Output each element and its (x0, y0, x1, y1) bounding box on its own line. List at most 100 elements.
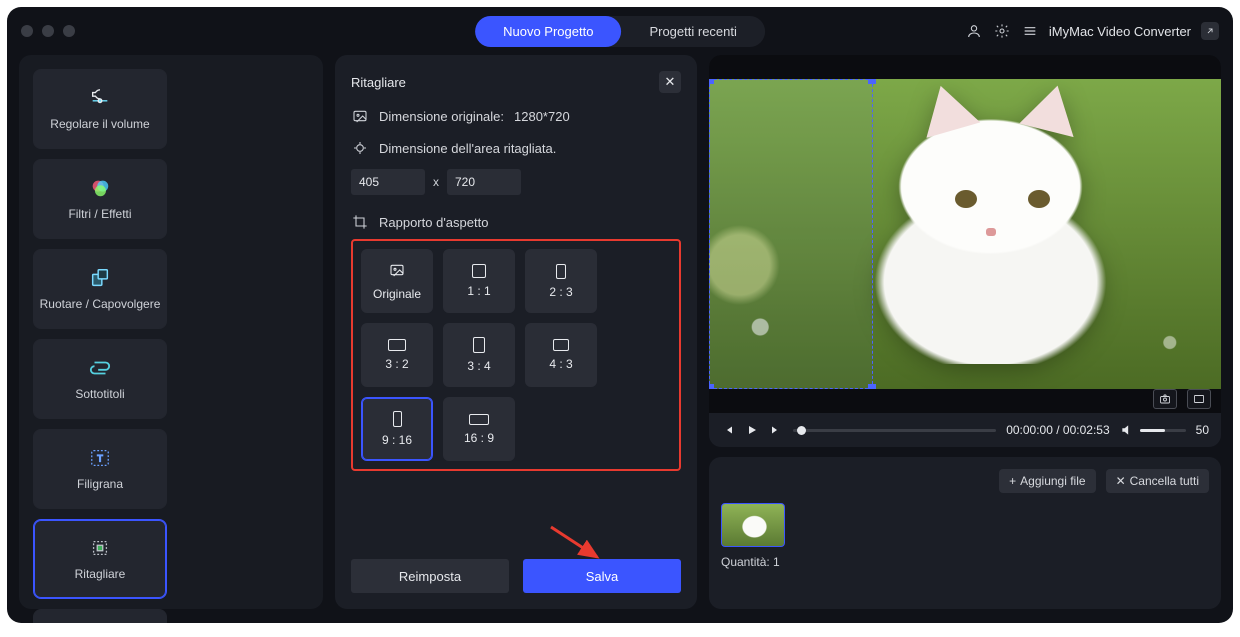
next-button[interactable] (769, 423, 783, 437)
tool-label: Ruotare / Capovolgere (40, 297, 161, 311)
video-frame (709, 79, 1221, 389)
tool-crop[interactable]: Ritagliare (33, 519, 167, 599)
titlebar: Nuovo Progetto Progetti recenti iMyMac V… (7, 7, 1233, 55)
aspect-shape-icon (388, 339, 406, 351)
volume-icon (1120, 423, 1134, 437)
original-size-row: Dimensione originale: 1280*720 (351, 107, 681, 125)
aspect-label: 16 : 9 (464, 431, 494, 445)
aspect-shape-icon (469, 414, 489, 425)
minimize-window-dot[interactable] (42, 25, 54, 37)
queue-quantity: Quantità: 1 (721, 555, 1209, 569)
crop-overlay[interactable] (709, 79, 873, 389)
gear-icon[interactable] (993, 22, 1011, 40)
rotate-icon (86, 267, 114, 289)
menu-icon[interactable] (1021, 22, 1039, 40)
snapshot-icon[interactable] (1153, 389, 1177, 409)
aspect-shape-icon (553, 339, 569, 351)
aspect-shape-icon (393, 411, 402, 427)
filters-icon (86, 177, 114, 199)
crop-footer: Reimposta Salva (351, 545, 681, 593)
save-button[interactable]: Salva (523, 559, 681, 593)
close-button[interactable]: ✕ (659, 71, 681, 93)
tools-panel: Regolare il volume Filtri / Effetti Ruotar… (19, 55, 323, 609)
crop-height-input[interactable] (447, 169, 521, 195)
tool-rotate[interactable]: Ruotare / Capovolgere (33, 249, 167, 329)
tool-label: Sottotitoli (75, 387, 124, 401)
cropped-size-row: Dimensione dell'area ritagliata. (351, 139, 681, 157)
aspect-orig[interactable]: Originale (361, 249, 433, 313)
right-column: 00:00:00 / 00:02:53 50 +Aggiungi file ✕C… (709, 55, 1221, 609)
video-area[interactable] (709, 55, 1221, 413)
reset-button[interactable]: Reimposta (351, 559, 509, 593)
aspect-label: Originale (373, 287, 421, 301)
aspect-shape-icon (556, 264, 566, 279)
cropped-size-label: Dimensione dell'area ritagliata. (379, 141, 556, 156)
dimension-x: x (433, 175, 439, 189)
account-icon[interactable] (965, 22, 983, 40)
aspect-2_3[interactable]: 2 : 3 (525, 249, 597, 313)
header-right: iMyMac Video Converter (965, 22, 1219, 40)
fullscreen-icon[interactable] (1187, 389, 1211, 409)
aspect-3_2[interactable]: 3 : 2 (361, 323, 433, 387)
image-icon (351, 107, 369, 125)
external-link-icon[interactable] (1201, 22, 1219, 40)
aspect-options: Originale 1 : 1 2 : 3 3 : 2 3 : 4 4 : 3 9 : 16… (351, 239, 681, 471)
window-controls (21, 25, 75, 37)
tool-watermark[interactable]: T Filigrana (33, 429, 167, 509)
dimension-inputs: x (351, 169, 681, 195)
aspect-label: 9 : 16 (382, 433, 412, 447)
tool-label: Filtri / Effetti (68, 207, 131, 221)
prev-button[interactable] (721, 423, 735, 437)
crop-width-input[interactable] (351, 169, 425, 195)
aspect-label: 4 : 3 (549, 357, 572, 371)
project-tabs: Nuovo Progetto Progetti recenti (475, 16, 765, 47)
crop-icon (86, 537, 114, 559)
tool-label: Filigrana (77, 477, 123, 491)
original-size-label: Dimensione originale: (379, 109, 504, 124)
tool-label: Regolare il volume (50, 117, 149, 131)
tool-3d[interactable]: Effetti 3D (33, 609, 167, 623)
tool-volume[interactable]: Regolare il volume (33, 69, 167, 149)
original-size-value: 1280*720 (514, 109, 570, 124)
queue-panel: +Aggiungi file ✕Cancella tutti Quantità:… (709, 457, 1221, 609)
tab-new-project[interactable]: Nuovo Progetto (475, 16, 621, 47)
tool-subtitles[interactable]: Sottotitoli (33, 339, 167, 419)
aspect-shape-icon (387, 262, 407, 281)
x-icon: ✕ (1116, 474, 1126, 488)
crop-panel: Ritagliare ✕ Dimensione originale: 1280*… (335, 55, 697, 609)
tab-recent-projects[interactable]: Progetti recenti (621, 16, 764, 47)
play-button[interactable] (745, 423, 759, 437)
tool-filters[interactable]: Filtri / Effetti (33, 159, 167, 239)
aspect-label: Rapporto d'aspetto (379, 215, 488, 230)
main: Regolare il volume Filtri / Effetti Ruotar… (7, 55, 1233, 623)
volume-icon (86, 87, 114, 109)
target-icon (351, 139, 369, 157)
crop-title: Ritagliare (351, 75, 406, 90)
aspect-row: Rapporto d'aspetto (351, 213, 681, 231)
svg-text:T: T (97, 454, 103, 464)
maximize-window-dot[interactable] (63, 25, 75, 37)
crop-icon (351, 213, 369, 231)
tool-label: Ritagliare (75, 567, 126, 581)
volume-control[interactable] (1120, 423, 1186, 437)
aspect-label: 2 : 3 (549, 285, 572, 299)
close-window-dot[interactable] (21, 25, 33, 37)
time-display: 00:00:00 / 00:02:53 (1006, 423, 1109, 437)
timeline[interactable] (793, 429, 996, 432)
aspect-label: 3 : 4 (467, 359, 490, 373)
app-title: iMyMac Video Converter (1049, 24, 1191, 39)
aspect-9_16[interactable]: 9 : 16 (361, 397, 433, 461)
plus-icon: + (1009, 474, 1016, 488)
aspect-16_9[interactable]: 16 : 9 (443, 397, 515, 461)
aspect-4_3[interactable]: 4 : 3 (525, 323, 597, 387)
volume-value: 50 (1196, 423, 1209, 437)
aspect-3_4[interactable]: 3 : 4 (443, 323, 515, 387)
aspect-shape-icon (473, 337, 485, 353)
add-file-button[interactable]: +Aggiungi file (999, 469, 1095, 493)
clear-all-button[interactable]: ✕Cancella tutti (1106, 469, 1209, 493)
watermark-icon: T (86, 447, 114, 469)
aspect-1_1[interactable]: 1 : 1 (443, 249, 515, 313)
queue-thumb[interactable] (721, 503, 785, 547)
aspect-shape-icon (472, 264, 486, 278)
preview-actions (1153, 389, 1211, 409)
